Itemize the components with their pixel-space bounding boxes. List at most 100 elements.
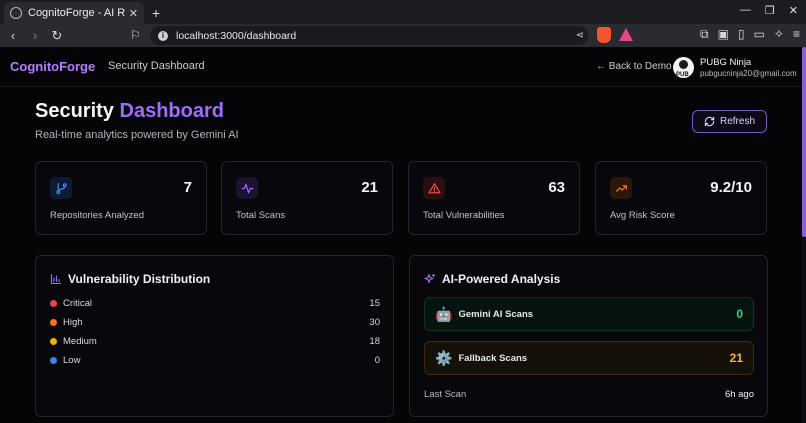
forward-arrow-icon[interactable]: ›	[26, 28, 44, 43]
severity-count: 18	[369, 335, 380, 347]
close-tab-icon[interactable]: ✕	[129, 7, 138, 20]
site-info-icon[interactable]: i	[158, 30, 168, 41]
sparkles-icon	[424, 273, 436, 284]
last-scan-value: 6h ago	[724, 389, 754, 400]
ai-title: AI-Powered Analysis	[442, 272, 561, 286]
ai-analysis-panel: AI-Powered Analysis 🤖 Gemini AI Scans 0 …	[409, 255, 768, 417]
activity-icon	[236, 177, 258, 199]
url-text: localhost:3000/dashboard	[176, 29, 297, 42]
arrow-left-icon: ←	[596, 61, 606, 72]
gemini-scans-row: 🤖 Gemini AI Scans 0	[424, 297, 754, 331]
gear-icon: ⚙️	[435, 349, 453, 366]
severity-dot	[50, 299, 57, 307]
severity-label: Medium	[63, 335, 97, 347]
severity-count: 0	[374, 354, 380, 366]
restore-icon[interactable]: ❐	[765, 4, 775, 17]
severity-dot	[50, 356, 57, 364]
close-window-icon[interactable]: ✕	[789, 4, 798, 17]
browser-tab-bar: CognitoForge - AI Red Te ✕ + — ❐ ✕	[0, 0, 806, 24]
scrollbar[interactable]	[802, 47, 806, 423]
list-item: Critical 15	[50, 296, 380, 310]
avatar[interactable]: PUB	[673, 57, 694, 78]
bar-chart-icon	[50, 273, 62, 285]
stat-card-scans: 21 Total Scans	[221, 161, 393, 235]
user-name: PUBG Ninja	[700, 57, 752, 68]
back-to-demo-label: Back to Demo	[608, 61, 672, 72]
page-title: Security Dashboard	[35, 100, 224, 123]
severity-dot	[50, 318, 57, 326]
severity-dot	[50, 337, 57, 345]
extensions-icon[interactable]: ⧉	[700, 27, 709, 42]
sidebar-icon[interactable]: ▯	[738, 27, 745, 42]
address-bar[interactable]: i localhost:3000/dashboard ⋖	[150, 26, 588, 45]
globe-icon	[10, 7, 22, 19]
wallet-icon[interactable]: ▭	[754, 27, 765, 42]
refresh-button[interactable]: Refresh	[692, 110, 767, 133]
user-email: pubgucninja20@gmail.com	[700, 69, 797, 78]
gemini-label: Gemini AI Scans	[458, 308, 534, 320]
stat-card-vulnerabilities: 63 Total Vulnerabilities	[408, 161, 580, 235]
page-title-main: Security	[35, 100, 114, 122]
severity-label: High	[63, 316, 83, 328]
list-item: Low 0	[50, 353, 380, 367]
stat-value: 21	[361, 179, 378, 196]
stat-label: Avg Risk Score	[610, 210, 675, 221]
stat-value: 63	[548, 179, 565, 196]
share-icon[interactable]: ⋖	[576, 30, 584, 41]
app-navbar: CognitoForge Security Dashboard ← Back t…	[0, 47, 806, 87]
refresh-icon	[704, 116, 715, 127]
stat-label: Total Vulnerabilities	[423, 210, 505, 221]
brand-logo[interactable]: CognitoForge	[10, 59, 95, 74]
right-toolbar: ⧉ ▣ ▯ ▭ ✧ ≡	[700, 27, 800, 42]
tab-title: CognitoForge - AI Red Te	[28, 7, 125, 19]
list-item: High 30	[50, 315, 380, 329]
fallback-scans-row: ⚙️ Fallback Scans 21	[424, 341, 754, 375]
stat-card-repositories: 7 Repositories Analyzed	[35, 161, 207, 235]
brave-shield-icon[interactable]	[597, 27, 611, 43]
refresh-label: Refresh	[719, 116, 755, 127]
git-branch-icon	[50, 177, 72, 199]
browser-tab[interactable]: CognitoForge - AI Red Te ✕	[4, 2, 144, 24]
browser-toolbar: ‹ › ↻ ⚐ i localhost:3000/dashboard ⋖ ⧉ ▣…	[0, 24, 806, 47]
severity-label: Critical	[63, 297, 93, 309]
menu-icon[interactable]: ≡	[793, 27, 800, 42]
scrollbar-thumb[interactable]	[802, 47, 806, 237]
trending-up-icon	[610, 177, 632, 199]
page-subtitle: Real-time analytics powered by Gemini AI	[35, 129, 239, 141]
list-item: Medium 18	[50, 334, 380, 348]
severity-count: 30	[369, 316, 380, 328]
warning-triangle-icon	[423, 177, 445, 199]
last-scan-label: Last Scan	[424, 389, 467, 400]
stat-value: 7	[183, 179, 192, 196]
extension-icons	[597, 27, 633, 43]
nav-title: Security Dashboard	[108, 60, 205, 72]
vulnerability-distribution-panel: Vulnerability Distribution Critical 15 H…	[35, 255, 394, 417]
panel-title: AI-Powered Analysis	[424, 272, 560, 286]
gemini-count: 0	[736, 307, 743, 321]
stat-card-risk-score: 9.2/10 Avg Risk Score	[595, 161, 767, 235]
fallback-label: Fallback Scans	[458, 352, 528, 364]
stat-label: Repositories Analyzed	[50, 210, 144, 221]
window-controls: — ❐ ✕	[740, 4, 798, 17]
panel-title: Vulnerability Distribution	[50, 272, 210, 286]
severity-label: Low	[63, 354, 81, 366]
severity-count: 15	[369, 297, 380, 309]
page-title-accent: Dashboard	[119, 100, 224, 122]
app-viewport: CognitoForge Security Dashboard ← Back t…	[0, 47, 806, 423]
new-tab-button[interactable]: +	[152, 2, 160, 24]
stat-label: Total Scans	[236, 210, 286, 221]
fallback-count: 21	[729, 351, 743, 365]
robot-icon: 🤖	[435, 305, 453, 322]
stat-value: 9.2/10	[710, 179, 752, 196]
screenshot-icon[interactable]: ▣	[718, 27, 729, 42]
last-scan-row: Last Scan 6h ago	[424, 389, 754, 400]
avatar-text: PUB	[676, 72, 689, 78]
distribution-title: Vulnerability Distribution	[68, 272, 211, 286]
brave-rewards-icon[interactable]	[619, 28, 633, 41]
reload-icon[interactable]: ↻	[48, 28, 66, 44]
back-arrow-icon[interactable]: ‹	[4, 28, 22, 43]
back-to-demo-link[interactable]: ← Back to Demo	[596, 61, 672, 72]
bookmark-icon[interactable]: ⚐	[130, 28, 141, 42]
leo-ai-icon[interactable]: ✧	[774, 27, 784, 42]
minimize-icon[interactable]: —	[740, 4, 751, 17]
